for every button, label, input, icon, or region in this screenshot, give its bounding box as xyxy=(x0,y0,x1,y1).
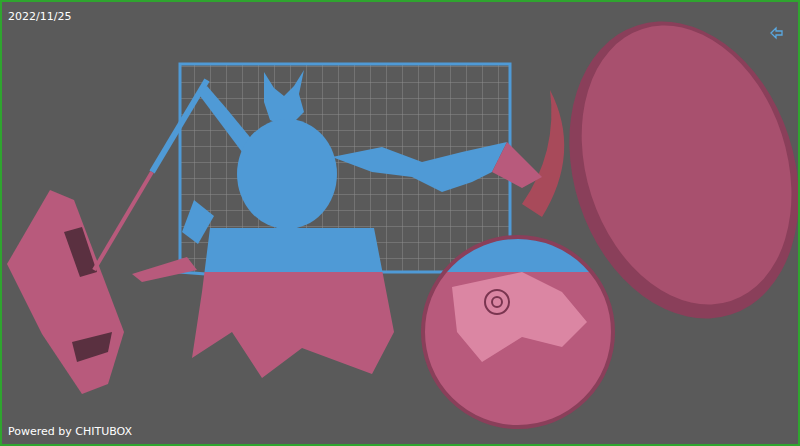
arrow-icon[interactable] xyxy=(770,26,784,40)
demon-figure-model[interactable] xyxy=(94,70,542,378)
viewport[interactable]: 2022/11/25 Powered by CHITUBOX xyxy=(0,0,800,446)
claw-model[interactable] xyxy=(522,90,564,217)
date-label: 2022/11/25 xyxy=(8,10,71,24)
model-scene[interactable] xyxy=(2,2,798,444)
boot-model[interactable] xyxy=(7,190,124,394)
round-base-model[interactable] xyxy=(423,237,613,427)
brand-label: Powered by CHITUBOX xyxy=(8,425,132,439)
